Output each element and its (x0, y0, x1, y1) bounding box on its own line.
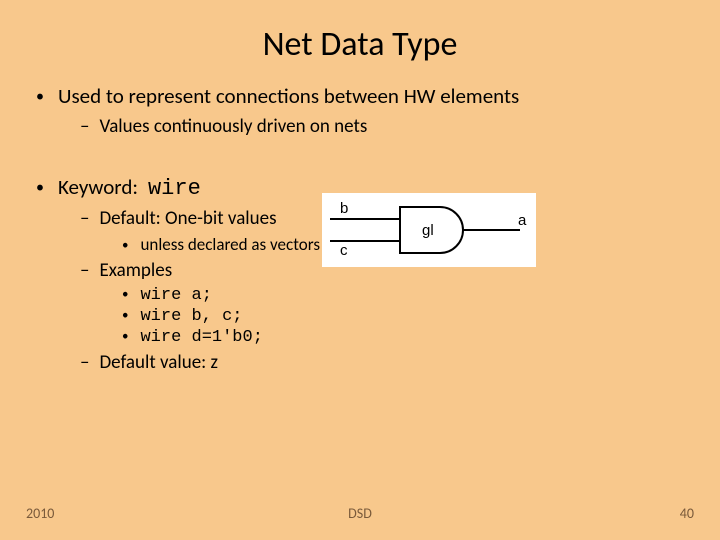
dash-icon: – (80, 207, 89, 230)
bullet-2-sub-1-text: Default: One-bit values (99, 207, 276, 230)
bullet-icon: • (122, 308, 128, 323)
bullet-2-sub-2-text: Examples (99, 259, 172, 282)
bullet-1: • Used to represent connections between … (36, 83, 700, 138)
gate-input-c-label: c (340, 242, 348, 259)
gate-name-label: gl (422, 222, 434, 239)
bullet-2-sub-3-text: Default value: z (99, 351, 218, 374)
example-3-text: wire d=1'b0; (140, 328, 262, 347)
slide-footer: 2010 DSD 40 (0, 505, 720, 522)
bullet-1-sub-1-text: Values continuously driven on nets (99, 115, 367, 138)
bullet-icon: • (122, 287, 128, 302)
gate-output-a-label: a (518, 212, 527, 229)
dash-icon: – (80, 115, 89, 138)
gate-input-b-label: b (340, 200, 348, 217)
example-1-text: wire a; (140, 286, 211, 305)
dash-icon: – (80, 259, 89, 282)
bullet-icon: • (36, 178, 44, 197)
and-gate-figure: b c gl a (322, 193, 536, 267)
bullet-2-label: Keyword: (58, 174, 138, 200)
bullet-1-text: Used to represent connections between HW… (58, 83, 519, 109)
example-1: • wire a; (122, 286, 700, 305)
bullet-2-sub-2: – Examples • wire a; • (80, 259, 700, 347)
bullet-icon: • (36, 87, 44, 106)
bullet-icon: • (122, 238, 128, 253)
footer-course: DSD (348, 505, 372, 522)
dash-icon: – (80, 351, 89, 374)
footer-year: 2010 (26, 505, 54, 522)
example-2: • wire b, c; (122, 307, 700, 326)
keyword-wire: wire (148, 176, 201, 201)
bullet-2-sub-3: – Default value: z (80, 351, 700, 374)
slide-title: Net Data Type (0, 0, 720, 83)
bullet-1-sub-1: – Values continuously driven on nets (80, 115, 700, 138)
bullet-icon: • (122, 329, 128, 344)
example-3: • wire d=1'b0; (122, 328, 700, 347)
example-2-text: wire b, c; (140, 307, 242, 326)
footer-page-number: 40 (680, 505, 694, 522)
bullet-2-sub-1-sub-text: unless declared as vectors (140, 234, 320, 255)
